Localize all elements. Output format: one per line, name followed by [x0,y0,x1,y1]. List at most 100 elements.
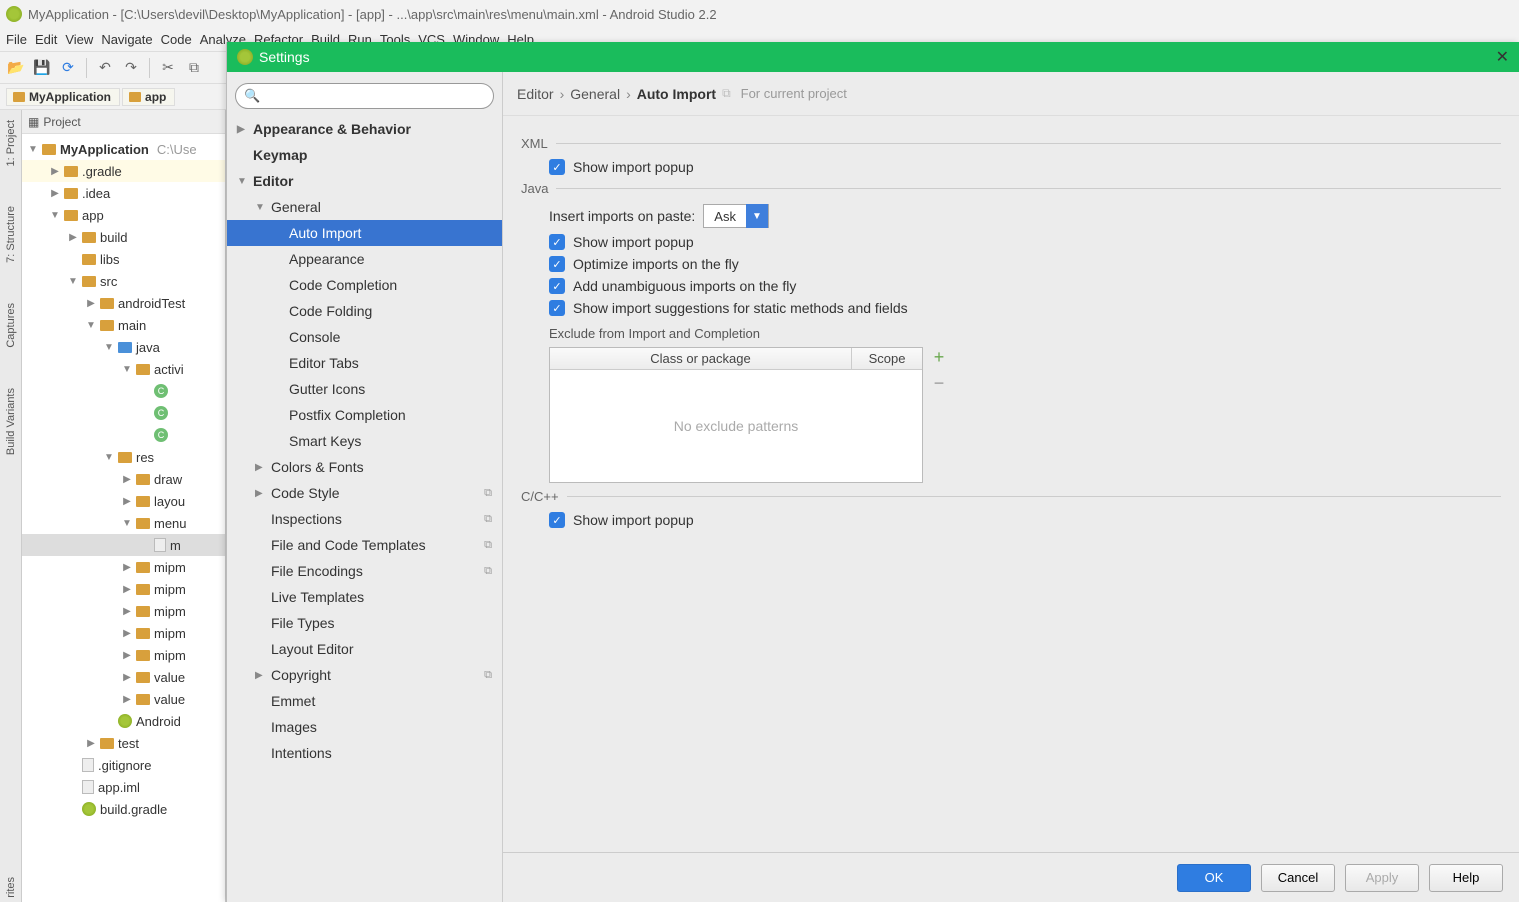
menu-view[interactable]: View [65,32,93,47]
breadcrumb-item[interactable]: MyApplication [6,88,120,106]
project-pane: ▦ Project ▼ MyApplication C:\Use ▶.gradl… [22,110,226,902]
pkg-icon [136,364,150,375]
settings-item[interactable]: ▶Copyright⧉ [227,662,502,688]
remove-exclude-button[interactable]: − [929,373,949,393]
checkbox-static-suggestions[interactable]: ✓ [549,300,565,316]
col-class[interactable]: Class or package [550,348,852,369]
tree-row[interactable]: ▶layou [22,490,225,512]
tree-row[interactable]: ▶androidTest [22,292,225,314]
ok-button[interactable]: OK [1177,864,1251,892]
settings-item[interactable]: Console [227,324,502,350]
checkbox-xml-show-popup[interactable]: ✓ [549,159,565,175]
tree-row[interactable]: ▼menu [22,512,225,534]
settings-item[interactable]: ▶Code Style⧉ [227,480,502,506]
side-tab-captures[interactable]: Captures [5,303,17,348]
checkbox-unambiguous-imports[interactable]: ✓ [549,278,565,294]
checkbox-java-show-popup[interactable]: ✓ [549,234,565,250]
side-tab-bottom[interactable]: rites [5,877,17,898]
settings-item[interactable]: Appearance [227,246,502,272]
settings-dialog-header: Settings ✕ [227,42,1519,72]
tree-row[interactable]: ▶mipm [22,578,225,600]
tree-row[interactable]: build.gradle [22,798,225,820]
help-button[interactable]: Help [1429,864,1503,892]
settings-item[interactable]: Editor Tabs [227,350,502,376]
close-icon[interactable]: ✕ [1496,47,1509,67]
settings-item[interactable]: File and Code Templates⧉ [227,532,502,558]
settings-item[interactable]: Intentions [227,740,502,766]
tree-row[interactable]: ▶.idea [22,182,225,204]
tree-row[interactable]: app.iml [22,776,225,798]
tree-row[interactable]: ▶test [22,732,225,754]
settings-item[interactable]: ▼General [227,194,502,220]
col-scope[interactable]: Scope [852,348,922,369]
tree-row[interactable]: ▼src [22,270,225,292]
tree-row[interactable]: ▶value [22,666,225,688]
tree-row[interactable]: ▼java [22,336,225,358]
tree-row[interactable]: ▶mipm [22,644,225,666]
cancel-button[interactable]: Cancel [1261,864,1335,892]
tree-row[interactable]: ▶draw [22,468,225,490]
settings-item[interactable]: Postfix Completion [227,402,502,428]
sync-icon[interactable]: ⟳ [58,58,78,78]
search-input[interactable] [264,89,485,104]
settings-item[interactable]: File Encodings⧉ [227,558,502,584]
menu-navigate[interactable]: Navigate [101,32,152,47]
search-field[interactable]: 🔍 [235,83,494,109]
redo-icon[interactable]: ↷ [121,58,141,78]
settings-item[interactable]: Code Completion [227,272,502,298]
settings-item[interactable]: Live Templates [227,584,502,610]
side-tab-project[interactable]: 1: Project [5,120,17,166]
project-pane-header[interactable]: ▦ Project [22,110,225,134]
tree-row[interactable]: C [22,380,225,402]
settings-item[interactable]: Inspections⧉ [227,506,502,532]
settings-item[interactable]: File Types [227,610,502,636]
settings-item[interactable]: Images [227,714,502,740]
settings-item[interactable]: Code Folding [227,298,502,324]
tree-row[interactable]: ▶.gradle [22,160,225,182]
tree-row[interactable]: ▼main [22,314,225,336]
tree-row[interactable]: ▶build [22,226,225,248]
tree-row[interactable]: C [22,424,225,446]
tree-row[interactable]: ▶value [22,688,225,710]
tree-row[interactable]: ▼res [22,446,225,468]
tree-row[interactable]: ▼activi [22,358,225,380]
tree-root[interactable]: ▼ MyApplication C:\Use [22,138,225,160]
side-tab-build-variants[interactable]: Build Variants [5,388,17,455]
tree-row[interactable]: ▶mipm [22,600,225,622]
save-icon[interactable]: 💾 [32,58,52,78]
open-icon[interactable]: 📂 [6,58,26,78]
checkbox-optimize-imports[interactable]: ✓ [549,256,565,272]
undo-icon[interactable]: ↶ [95,58,115,78]
tree-row[interactable]: C [22,402,225,424]
tree-row[interactable]: ▶mipm [22,556,225,578]
settings-item[interactable]: ▶Colors & Fonts [227,454,502,480]
menu-code[interactable]: Code [161,32,192,47]
tree-row[interactable]: .gitignore [22,754,225,776]
tree-row[interactable]: Android [22,710,225,732]
tree-row[interactable]: libs [22,248,225,270]
settings-item[interactable]: Layout Editor [227,636,502,662]
title-bar: MyApplication - [C:\Users\devil\Desktop\… [0,0,1519,28]
settings-title: Settings [259,49,310,65]
tree-row[interactable]: ▶mipm [22,622,225,644]
side-tab-structure[interactable]: 7: Structure [5,206,17,263]
menu-file[interactable]: File [6,32,27,47]
settings-item[interactable]: Emmet [227,688,502,714]
add-exclude-button[interactable]: + [929,347,949,367]
pkg-icon [136,584,150,595]
copy-icon[interactable]: ⧉ [184,58,204,78]
menu-edit[interactable]: Edit [35,32,57,47]
tree-row[interactable]: m [22,534,225,556]
settings-item[interactable]: ▼Editor [227,168,502,194]
settings-item[interactable]: Auto Import [227,220,502,246]
insert-on-paste-select[interactable]: Ask ▼ [703,204,769,228]
settings-item[interactable]: ▶Appearance & Behavior [227,116,502,142]
settings-item[interactable]: Smart Keys [227,428,502,454]
breadcrumb-item[interactable]: app [122,88,175,106]
cut-icon[interactable]: ✂ [158,58,178,78]
settings-item[interactable]: Keymap [227,142,502,168]
apply-button[interactable]: Apply [1345,864,1419,892]
tree-row[interactable]: ▼app [22,204,225,226]
checkbox-cpp-show-popup[interactable]: ✓ [549,512,565,528]
settings-item[interactable]: Gutter Icons [227,376,502,402]
